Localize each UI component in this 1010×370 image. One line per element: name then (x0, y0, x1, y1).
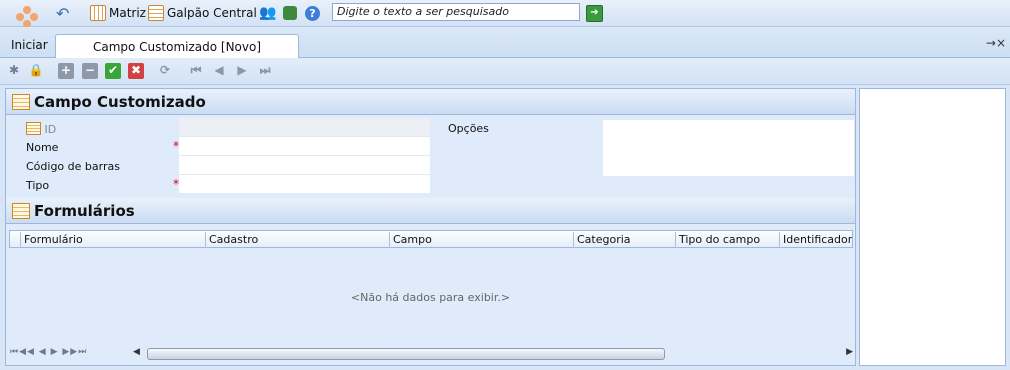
users-button[interactable]: 👥 (259, 4, 276, 22)
column-header-field[interactable]: Campo (389, 232, 573, 248)
main-panel: Campo Customizado ID Nome * Código de ba… (5, 88, 856, 366)
name-field[interactable] (179, 137, 430, 156)
lock-icon[interactable]: 🔒 (28, 63, 44, 79)
column-header-field-type[interactable]: Tipo do campo (675, 232, 779, 248)
matrix-label: Matriz (109, 6, 146, 20)
plus-icon: + (60, 63, 72, 77)
column-header-category[interactable]: Categoria (573, 232, 675, 248)
refresh-icon: ⟳ (159, 63, 171, 77)
next-icon: ▶ (237, 63, 247, 77)
id-label: ID (26, 122, 56, 136)
custom-field-section-header: Campo Customizado (6, 89, 855, 115)
warehouse-icon (148, 5, 164, 21)
type-label: Tipo (26, 179, 50, 192)
scroll-left-icon[interactable]: ◀ (133, 347, 140, 357)
last-record-button[interactable]: ⏭ (257, 63, 273, 79)
arrow-right-icon: ➔ (590, 7, 599, 18)
help-button[interactable]: ? (305, 4, 320, 22)
save-button[interactable]: ✔ (105, 63, 121, 79)
cancel-button[interactable]: ✖ (128, 63, 144, 79)
options-field[interactable] (602, 119, 855, 177)
check-icon: ✔ (107, 63, 119, 77)
help-icon: ? (305, 5, 320, 21)
tab-home[interactable]: Iniciar (11, 38, 48, 52)
side-panel (859, 88, 1006, 366)
action-bar (0, 58, 1010, 85)
refresh-button[interactable]: ⟳ (157, 63, 173, 79)
warehouse-label: Galpão Central (167, 6, 257, 20)
forms-title: Formulários (34, 202, 135, 220)
x-icon: ✖ (130, 63, 142, 77)
undo-button[interactable]: ↶ (56, 3, 70, 23)
column-header-register[interactable]: Cadastro (205, 232, 389, 248)
matrix-button[interactable]: Matriz (90, 4, 146, 22)
eye-icon (283, 6, 297, 20)
forms-section-header: Formulários (6, 198, 855, 224)
first-record-button[interactable]: ⏮ (188, 63, 204, 79)
forms-grid-header: Formulário Cadastro Campo Categoria Tipo… (9, 230, 853, 248)
scrollbar-thumb[interactable] (147, 348, 665, 360)
options-label: Opções (448, 122, 489, 135)
remove-button[interactable]: − (82, 63, 98, 79)
type-field[interactable] (179, 175, 430, 194)
minus-icon: − (84, 63, 96, 77)
grid-icon (90, 5, 106, 21)
barcode-field[interactable] (179, 156, 430, 175)
table-icon (26, 122, 41, 135)
search-input[interactable]: Digite o texto a ser pesquisado (332, 3, 580, 21)
add-button[interactable]: + (58, 63, 74, 79)
users-icon: 👥 (259, 5, 277, 21)
previous-icon: ◀ (214, 63, 224, 77)
table-icon (12, 203, 30, 219)
barcode-label: Código de barras (26, 160, 120, 173)
next-record-button[interactable]: ▶ (234, 63, 250, 79)
column-header-identifier[interactable]: Identificador de (779, 232, 852, 248)
name-label: Nome (26, 141, 59, 154)
scroll-right-icon[interactable]: ▶ (846, 347, 853, 357)
search-go-button[interactable]: ➔ (586, 5, 603, 22)
column-header-form[interactable]: Formulário (20, 232, 205, 248)
view-button[interactable] (283, 4, 297, 22)
previous-record-button[interactable]: ◀ (211, 63, 227, 79)
table-icon (12, 94, 30, 110)
undo-icon: ↶ (56, 3, 70, 23)
new-record-icon[interactable]: ✱ (6, 63, 22, 79)
warehouse-button[interactable]: Galpão Central (148, 4, 257, 22)
id-field (179, 118, 430, 137)
grid-pager[interactable]: ⏮◀◀ ◀ ▶ ▶▶⏭ (10, 347, 87, 357)
close-tab-button[interactable]: →× (986, 36, 1006, 50)
empty-grid-message: <Não há dados para exibir.> (350, 291, 511, 304)
last-icon: ⏭ (259, 63, 271, 77)
custom-field-title: Campo Customizado (34, 93, 206, 111)
horizontal-scrollbar[interactable]: ◀ ▶ (133, 346, 853, 360)
first-icon: ⏮ (190, 63, 202, 77)
id-label-text: ID (44, 123, 57, 136)
tab-custom-field[interactable]: Campo Customizado [Novo] (55, 34, 299, 58)
